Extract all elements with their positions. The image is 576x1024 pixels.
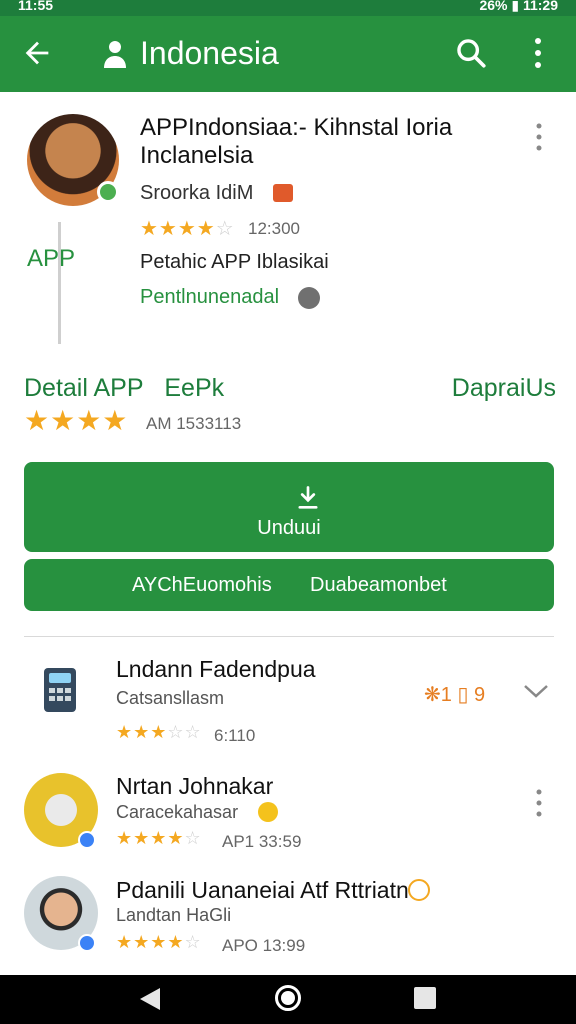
badge-count: 1 (440, 684, 452, 706)
app-side-label: APP (27, 245, 76, 272)
divider-vertical (58, 222, 61, 344)
list-item-stars: ★★★★☆ (116, 932, 202, 952)
list-item-title: Lndann Fadendpua (116, 656, 316, 682)
secondary-button-right[interactable]: Duabeamonbet (310, 574, 447, 597)
detail-label: Detail APP (24, 374, 144, 402)
app-bar: Indonesia (0, 16, 576, 92)
list-item-meta: 6:110 (214, 726, 256, 745)
verified-badge-icon (97, 181, 119, 203)
badge-count-2: 9 (474, 684, 486, 706)
search-icon[interactable] (454, 36, 488, 70)
list-item-stars: ★★★★☆ (116, 828, 202, 848)
globe-icon (298, 287, 320, 309)
status-time: 11:55 (18, 0, 54, 13)
system-nav-bar (0, 975, 576, 1024)
detail-tab-right[interactable]: DapraiUs (452, 374, 556, 403)
detail-tab-left[interactable]: Detail APP EePk (24, 374, 224, 403)
nav-recents-icon[interactable] (414, 987, 436, 1009)
list-item-subtitle: Catsansllasm (116, 688, 225, 708)
avatar-badge-icon (78, 831, 96, 849)
developer-badge-icon (273, 184, 293, 202)
list-item-more-icon[interactable] (535, 788, 543, 818)
list-item-badge: ❋1 ▯ 9 (424, 684, 486, 706)
app-subtitle: Petahic APP Iblasikai (140, 251, 329, 273)
list-item-meta: APO 13:99 (222, 936, 306, 955)
app-rating-stars: ★★★★☆ (140, 218, 235, 240)
nav-back-icon[interactable] (138, 986, 162, 1012)
detail-rating-count: AM 1533113 (146, 414, 242, 433)
developer-name: Sroorka IdiM (140, 182, 254, 204)
detail-middle-label: EePk (164, 374, 225, 402)
status-bar: 11:55 26% ▮ 11:29 (0, 0, 576, 16)
install-button[interactable]: Unduui (24, 462, 554, 552)
secondary-button-row[interactable]: AYChEuomohis Duabeamonbet (24, 559, 554, 611)
chevron-down-icon[interactable] (523, 683, 549, 699)
page-title: Indonesia (140, 35, 279, 71)
app-category-link[interactable]: Pentlnunenadal (140, 286, 279, 309)
list-item-stars: ★★★☆☆ (116, 722, 202, 742)
emoji-icon (258, 802, 278, 822)
status-right: 26% ▮ 11:29 (479, 0, 558, 13)
person-icon (104, 41, 126, 68)
list-item-subtitle: Caracekahasar (116, 802, 239, 822)
detail-rating-stars: ★★★★ (24, 405, 129, 436)
calculator-icon (44, 668, 76, 712)
nav-home-icon[interactable] (275, 985, 301, 1011)
download-icon (298, 486, 318, 509)
install-button-label: Unduui (257, 517, 321, 539)
section-divider (24, 636, 554, 637)
more-vert-icon[interactable] (526, 36, 550, 70)
list-item-subtitle: Landtan HaGli (116, 905, 232, 925)
app-rating-count: 12:300 (248, 219, 300, 238)
back-arrow-icon[interactable] (20, 36, 54, 70)
list-item-title: Pdanili Uananeiai Atf Rttriatn (116, 877, 409, 903)
app-more-icon[interactable] (535, 122, 543, 152)
secondary-button-left[interactable]: AYChEuomohis (132, 574, 272, 597)
avatar-badge-icon (78, 934, 96, 952)
list-item-meta: AP1 33:59 (222, 832, 302, 851)
list-item-title: Nrtan Johnakar (116, 773, 274, 799)
clock-icon (408, 879, 430, 901)
app-title: APPIndonsiaa:- Kihnstal Ioria Inclanelsi… (140, 114, 453, 169)
